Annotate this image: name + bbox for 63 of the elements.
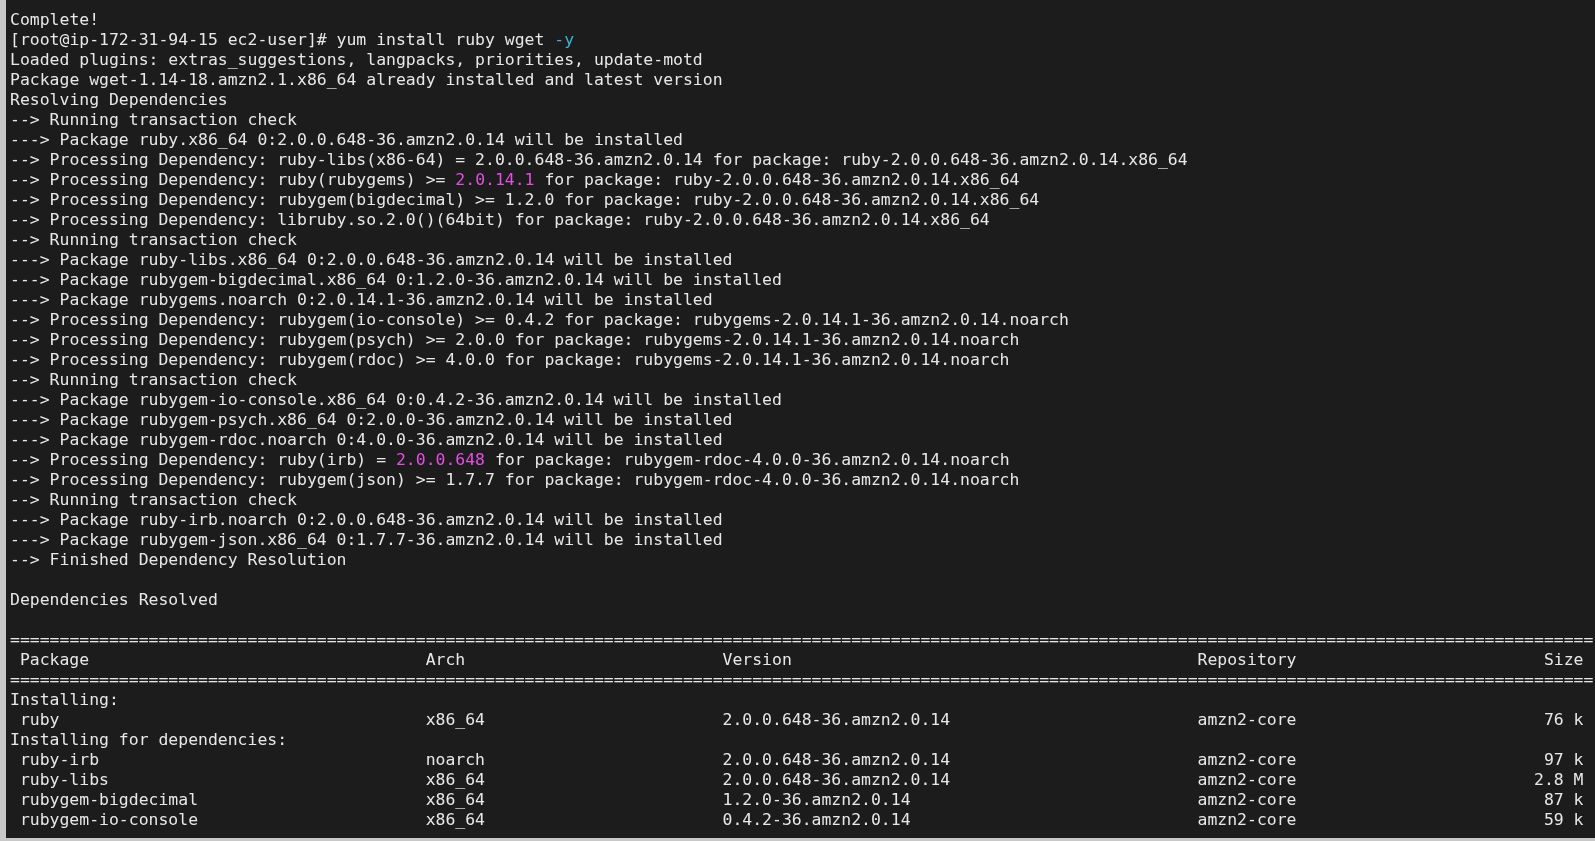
terminal-line: --> Running transaction check <box>10 370 297 390</box>
table-cell: 2.0.0.648-36.amzn2.0.14 <box>722 710 951 730</box>
terminal-line: Resolving Dependencies <box>10 90 228 110</box>
terminal-line: --> Processing Dependency: libruby.so.2.0()(64bit) for package: ruby-2.0.0.648-36.amzn2.0.14.x86_64 <box>10 210 990 230</box>
terminal-line: Complete! <box>10 10 100 30</box>
table-cell: ruby-irb <box>19 750 100 770</box>
terminal-line: ---> Package rubygem-psych.x86_64 0:2.0.0-36.amzn2.0.14 will be installed <box>10 410 733 430</box>
terminal-line: Package wget-1.14-18.amzn2.1.x86_64 already installed and latest version <box>10 70 723 90</box>
terminal-line: ---> Package ruby-irb.noarch 0:2.0.0.648-36.amzn2.0.14 will be installed <box>10 510 723 530</box>
table-cell: ruby-libs <box>19 770 109 790</box>
table-cell: x86_64 <box>425 790 486 810</box>
terminal-line: --> Processing Dependency: rubygem(io-console) >= 0.4.2 for package: rubygems-2.0.14.1-36.amzn2.0.14.noarch <box>10 310 1069 330</box>
table-cell: 76 k <box>1543 710 1584 730</box>
terminal-line: --> Processing Dependency: rubygem(rdoc) >= 4.0.0 for package: rubygems-2.0.14.1-36.amzn2.0.14.noarch <box>10 350 1010 370</box>
terminal-line: --> Processing Dependency: rubygem(psych) >= 2.0.0 for package: rubygems-2.0.14.1-36.amzn2.0.14.noarch <box>10 330 1020 350</box>
table-cell: amzn2-core <box>1197 790 1297 810</box>
terminal-line: ---> Package rubygem-rdoc.noarch 0:4.0.0-36.amzn2.0.14 will be installed <box>10 430 723 450</box>
column-header: Size <box>1543 650 1584 670</box>
terminal-line: --> Processing Dependency: rubygem(json) >= 1.7.7 for package: rubygem-rdoc-4.0.0-36.amzn2.0.14.noarch <box>10 470 1020 490</box>
table-rule: ================================================================================================================================================================ <box>10 670 1594 690</box>
terminal-line: ---> Package rubygem-io-console.x86_64 0:0.4.2-36.amzn2.0.14 will be installed <box>10 390 782 410</box>
column-header: Package <box>19 650 90 670</box>
terminal-line: --> Processing Dependency: ruby(irb) = 2.0.0.648 for package: rubygem-rdoc-4.0.0-36.amzn2.0.14.noarch <box>10 450 1010 470</box>
table-cell: 97 k <box>1543 750 1584 770</box>
terminal-line: --> Finished Dependency Resolution <box>10 550 347 570</box>
terminal-line: ---> Package rubygems.noarch 0:2.0.14.1-36.amzn2.0.14 will be installed <box>10 290 713 310</box>
table-cell: 87 k <box>1543 790 1584 810</box>
terminal-line: ---> Package rubygem-json.x86_64 0:1.7.7-36.amzn2.0.14 will be installed <box>10 530 723 550</box>
terminal-line: --> Processing Dependency: ruby(rubygems) >= 2.0.14.1 for package: ruby-2.0.0.648-36.amzn2.0.14.x86_64 <box>10 170 1020 190</box>
table-cell: amzn2-core <box>1197 810 1297 830</box>
table-cell: amzn2-core <box>1197 710 1297 730</box>
terminal-line: --> Processing Dependency: rubygem(bigdecimal) >= 1.2.0 for package: ruby-2.0.0.648-36.amzn2.0.14.x86_64 <box>10 190 1040 210</box>
column-header: Arch <box>425 650 466 670</box>
table-cell: 0.4.2-36.amzn2.0.14 <box>722 810 911 830</box>
terminal-line: ---> Package ruby.x86_64 0:2.0.0.648-36.amzn2.0.14 will be installed <box>10 130 683 150</box>
terminal-line: ---> Package ruby-libs.x86_64 0:2.0.0.648-36.amzn2.0.14 will be installed <box>10 250 733 270</box>
table-cell: 2.0.0.648-36.amzn2.0.14 <box>722 770 951 790</box>
table-cell: amzn2-core <box>1197 750 1297 770</box>
table-cell: 1.2.0-36.amzn2.0.14 <box>722 790 911 810</box>
terminal-line: --> Processing Dependency: ruby-libs(x86-64) = 2.0.0.648-36.amzn2.0.14 for package: ruby-2.0.0.648-36.amzn2.0.14.x86_64 <box>10 150 1188 170</box>
terminal-line: ---> Package rubygem-bigdecimal.x86_64 0:1.2.0-36.amzn2.0.14 will be installed <box>10 270 782 290</box>
table-cell: 2.0.0.648-36.amzn2.0.14 <box>722 750 951 770</box>
terminal-line: --> Running transaction check <box>10 110 297 130</box>
column-header: Repository <box>1197 650 1297 670</box>
terminal-line: --> Running transaction check <box>10 230 297 250</box>
table-cell: x86_64 <box>425 810 486 830</box>
table-cell: x86_64 <box>425 770 486 790</box>
terminal-line: Dependencies Resolved <box>10 590 218 610</box>
terminal-line: --> Running transaction check <box>10 490 297 510</box>
group-heading: Installing for dependencies: <box>10 730 288 750</box>
column-header: Version <box>722 650 792 670</box>
table-cell: noarch <box>425 750 486 770</box>
table-cell: ruby <box>19 710 60 730</box>
table-cell: rubygem-io-console <box>19 810 199 830</box>
table-cell: 2.8 M <box>1534 770 1584 790</box>
terminal-line: [root@ip-172-31-94-15 ec2-user]# yum install ruby wget -y <box>10 30 575 50</box>
table-cell: x86_64 <box>425 710 486 730</box>
terminal-line: Loaded plugins: extras_suggestions, langpacks, priorities, update-motd <box>10 50 703 70</box>
group-heading: Installing: <box>10 690 119 710</box>
table-rule: ================================================================================================================================================================ <box>10 630 1594 650</box>
table-cell: amzn2-core <box>1197 770 1297 790</box>
table-cell: 59 k <box>1543 810 1584 830</box>
table-cell: rubygem-bigdecimal <box>19 790 199 810</box>
